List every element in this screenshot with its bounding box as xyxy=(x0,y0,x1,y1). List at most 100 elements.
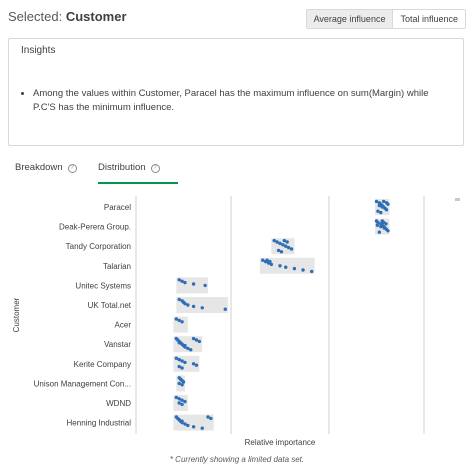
data-point xyxy=(209,416,213,421)
insights-list: Among the values within Customer, Parace… xyxy=(33,87,453,115)
data-point xyxy=(289,247,294,251)
data-point xyxy=(377,230,382,234)
data-point xyxy=(183,343,187,348)
influence-toggle: Average influence Total influence xyxy=(305,9,466,29)
data-point xyxy=(301,268,305,272)
data-point xyxy=(261,258,265,262)
data-point xyxy=(177,278,181,282)
data-point xyxy=(375,223,380,227)
data-point xyxy=(275,240,279,244)
data-point xyxy=(186,346,190,351)
data-point xyxy=(284,244,288,248)
data-point xyxy=(276,248,281,253)
data-point xyxy=(380,205,384,209)
data-point xyxy=(177,297,181,302)
category-label: Tandy Corporation xyxy=(66,242,131,251)
category-label: Deak-Perera Group. xyxy=(59,223,131,232)
data-point xyxy=(180,359,184,363)
data-point xyxy=(191,336,196,341)
data-point xyxy=(278,241,282,246)
data-point xyxy=(177,318,181,323)
data-point xyxy=(386,202,390,206)
data-point xyxy=(309,269,314,274)
tab-bar: Breakdown ? Distribution ? xyxy=(8,160,464,184)
help-icon[interactable]: ? xyxy=(67,164,77,173)
data-point xyxy=(376,220,380,225)
data-point xyxy=(379,224,383,229)
insights-panel: Insights Among the values within Custome… xyxy=(8,38,464,146)
data-point xyxy=(377,203,382,208)
data-point xyxy=(177,357,181,362)
header: Selected: Customer Average influence Tot… xyxy=(8,8,466,30)
data-point xyxy=(191,304,196,309)
data-point xyxy=(382,226,386,230)
category-label: Unitec Systems xyxy=(75,281,131,290)
insight-item: Among the values within Customer, Parace… xyxy=(33,87,453,115)
data-point xyxy=(379,210,383,215)
category-label: Kerite Company xyxy=(74,360,131,369)
y-axis-label: Customer xyxy=(12,297,21,332)
data-point xyxy=(268,259,272,264)
data-point xyxy=(383,206,387,211)
data-point xyxy=(186,303,190,307)
category-label: Paracel xyxy=(104,203,131,212)
category-label: Acer xyxy=(115,321,132,330)
tab-distribution[interactable]: Distribution ? xyxy=(98,160,178,184)
data-point xyxy=(381,199,386,204)
x-axis-label: Relative importance xyxy=(245,438,316,447)
data-point xyxy=(278,264,282,268)
data-point xyxy=(186,423,190,428)
insights-title: Insights xyxy=(21,45,56,56)
data-point xyxy=(191,362,196,366)
data-point xyxy=(177,381,181,386)
data-point xyxy=(180,320,184,324)
data-point xyxy=(180,366,184,370)
data-point xyxy=(180,419,184,423)
scrollbar-handle[interactable] xyxy=(455,198,460,201)
tab-breakdown[interactable]: Breakdown ? xyxy=(15,160,77,184)
data-point xyxy=(180,279,184,283)
data-point xyxy=(197,339,202,344)
data-point xyxy=(386,229,390,233)
help-icon[interactable]: ? xyxy=(150,164,160,173)
tab-distribution-label: Distribution xyxy=(98,162,146,173)
data-point xyxy=(183,360,187,365)
data-point xyxy=(180,342,184,346)
data-point xyxy=(177,364,181,369)
data-point xyxy=(183,280,187,285)
data-point xyxy=(177,401,181,405)
range-band xyxy=(176,277,208,294)
data-point xyxy=(200,306,204,310)
category-label: Unison Management Con... xyxy=(34,379,131,388)
data-point xyxy=(206,415,210,419)
average-influence-button[interactable]: Average influence xyxy=(306,10,393,28)
data-point xyxy=(200,426,204,430)
data-point xyxy=(279,250,284,254)
data-point xyxy=(183,399,187,404)
data-point xyxy=(203,283,207,288)
total-influence-button[interactable]: Total influence xyxy=(392,10,465,28)
category-label: UK Total.net xyxy=(88,301,132,310)
data-point xyxy=(194,363,199,367)
category-label: Henning Industrial xyxy=(67,419,132,428)
category-label: Talarian xyxy=(103,262,131,271)
data-point xyxy=(285,240,289,244)
data-point xyxy=(384,222,388,226)
data-point xyxy=(174,395,179,400)
data-point xyxy=(180,402,184,407)
data-point xyxy=(180,398,184,402)
data-point xyxy=(265,258,269,262)
title-prefix: Selected: xyxy=(8,9,63,24)
data-point xyxy=(174,356,179,360)
distribution-chart: Paracel Deak-Perera Group. Tandy Corporati… xyxy=(12,196,425,447)
data-point xyxy=(292,266,297,271)
data-point xyxy=(284,265,288,269)
data-point xyxy=(194,338,199,342)
data-point xyxy=(174,317,179,321)
data-point xyxy=(183,301,187,306)
page-title: Selected: Customer xyxy=(8,9,127,24)
data-point xyxy=(223,307,227,311)
data-point xyxy=(183,422,187,426)
data-point xyxy=(281,243,285,247)
data-point xyxy=(191,425,196,429)
